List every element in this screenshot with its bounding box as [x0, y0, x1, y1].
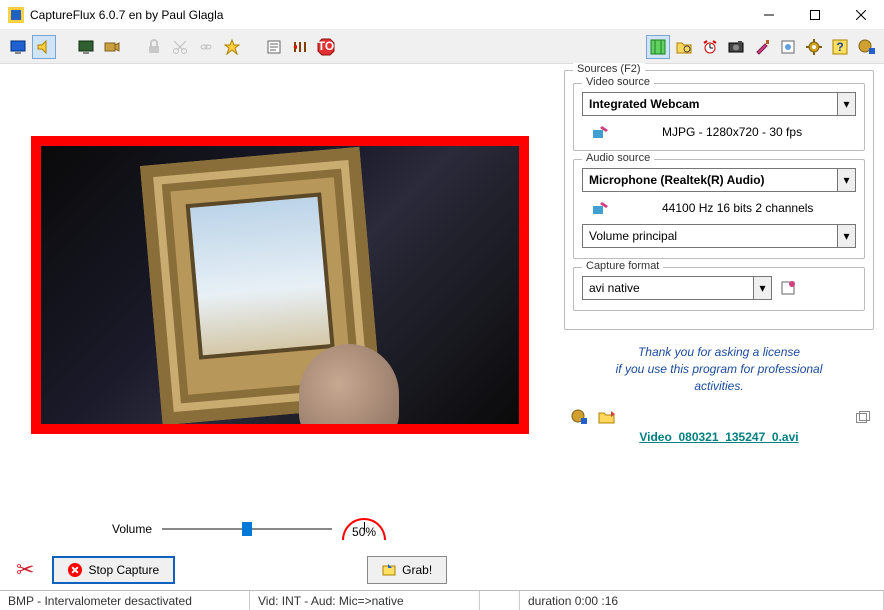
star-icon[interactable]: [220, 35, 244, 59]
audio-mode-text: 44100 Hz 16 bits 2 channels: [662, 201, 813, 215]
maximize-button[interactable]: [792, 0, 838, 30]
main-area: Volume 50% ✂ Stop Capture Grab! Sources …: [0, 64, 884, 590]
sources-legend: Sources (F2): [573, 63, 645, 75]
window-title: CaptureFlux 6.0.7 en by Paul Glagla: [30, 8, 746, 22]
capture-buttons-row: ✂ Stop Capture Grab!: [12, 556, 548, 584]
minimize-button[interactable]: [746, 0, 792, 30]
monitor-icon[interactable]: [6, 35, 30, 59]
stop-icon[interactable]: STOP: [314, 35, 338, 59]
note-icon[interactable]: [262, 35, 286, 59]
chevron-down-icon: ▾: [753, 277, 771, 299]
output-file-link[interactable]: Video_080321_135247_0.avi: [639, 430, 798, 444]
globe-icon[interactable]: [854, 35, 878, 59]
folder-search-icon[interactable]: [672, 35, 696, 59]
scissors-icon[interactable]: ✂: [16, 557, 34, 583]
stop-capture-button[interactable]: Stop Capture: [52, 556, 175, 584]
cut-icon[interactable]: [168, 35, 192, 59]
capture-format-select[interactable]: avi native ▾: [582, 276, 772, 300]
status-cell-4: duration 0:00 :16: [520, 591, 884, 610]
right-pane: Sources (F2) Video source Integrated Web…: [560, 64, 884, 590]
grab-icon: [382, 563, 396, 577]
capture-format-label: Capture format: [582, 260, 663, 272]
status-bar: BMP - Intervalometer desactivated Vid: I…: [0, 590, 884, 610]
volume-row: Volume 50%: [112, 518, 548, 540]
license-thanks: Thank you for asking a license if you us…: [564, 338, 874, 400]
audio-source-group: Audio source Microphone (Realtek(R) Audi…: [573, 159, 865, 259]
format-config-icon[interactable]: [780, 280, 798, 296]
globe-small-icon[interactable]: [570, 408, 588, 426]
video-mode-text: MJPG - 1280x720 - 30 fps: [662, 125, 802, 139]
paint-icon[interactable]: [750, 35, 774, 59]
video-preview: [31, 136, 529, 434]
display-icon[interactable]: [74, 35, 98, 59]
status-cell-2: Vid: INT - Aud: Mic=>native: [250, 591, 480, 610]
audio-settings-icon[interactable]: [592, 200, 610, 216]
svg-text:?: ?: [836, 40, 843, 54]
status-cell-1: BMP - Intervalometer desactivated: [0, 591, 250, 610]
volume-slider[interactable]: [162, 519, 332, 539]
audio-volume-select[interactable]: Volume principal ▾: [582, 224, 856, 248]
capture-format-group: Capture format avi native ▾: [573, 267, 865, 311]
main-toolbar: STOP ?: [0, 30, 884, 64]
video-source-label: Video source: [582, 76, 654, 88]
folder-open-icon[interactable]: [598, 409, 616, 425]
video-source-group: Video source Integrated Webcam ▾ MJPG - …: [573, 83, 865, 151]
gear-icon[interactable]: [802, 35, 826, 59]
svg-text:STOP: STOP: [317, 39, 335, 53]
output-file-row: [564, 408, 874, 426]
speaker-icon[interactable]: [32, 35, 56, 59]
volume-label: Volume: [112, 522, 152, 536]
left-pane: Volume 50% ✂ Stop Capture Grab!: [0, 64, 560, 590]
snapshot-icon[interactable]: [724, 35, 748, 59]
chevron-down-icon: ▾: [837, 169, 855, 191]
close-button[interactable]: [838, 0, 884, 30]
alarm-icon[interactable]: [698, 35, 722, 59]
stop-icon: [68, 563, 82, 577]
app-icon: [8, 7, 24, 23]
config-icon[interactable]: [776, 35, 800, 59]
chevron-down-icon: ▾: [837, 225, 855, 247]
video-device-select[interactable]: Integrated Webcam ▾: [582, 92, 856, 116]
audio-device-select[interactable]: Microphone (Realtek(R) Audio) ▾: [582, 168, 856, 192]
sources-panel-icon[interactable]: [646, 35, 670, 59]
lock-icon[interactable]: [142, 35, 166, 59]
video-frame: [41, 146, 519, 424]
title-bar: CaptureFlux 6.0.7 en by Paul Glagla: [0, 0, 884, 30]
link-icon[interactable]: [194, 35, 218, 59]
status-cell-3: [480, 591, 520, 610]
window-restore-icon[interactable]: [856, 411, 870, 423]
camera-icon[interactable]: [100, 35, 124, 59]
video-settings-icon[interactable]: [592, 124, 610, 140]
help-icon[interactable]: ?: [828, 35, 852, 59]
grab-button[interactable]: Grab!: [367, 556, 447, 584]
schedule-icon[interactable]: [288, 35, 312, 59]
chevron-down-icon: ▾: [837, 93, 855, 115]
sources-panel: Sources (F2) Video source Integrated Web…: [564, 70, 874, 330]
volume-gauge: 50%: [342, 518, 386, 540]
audio-source-label: Audio source: [582, 152, 654, 164]
